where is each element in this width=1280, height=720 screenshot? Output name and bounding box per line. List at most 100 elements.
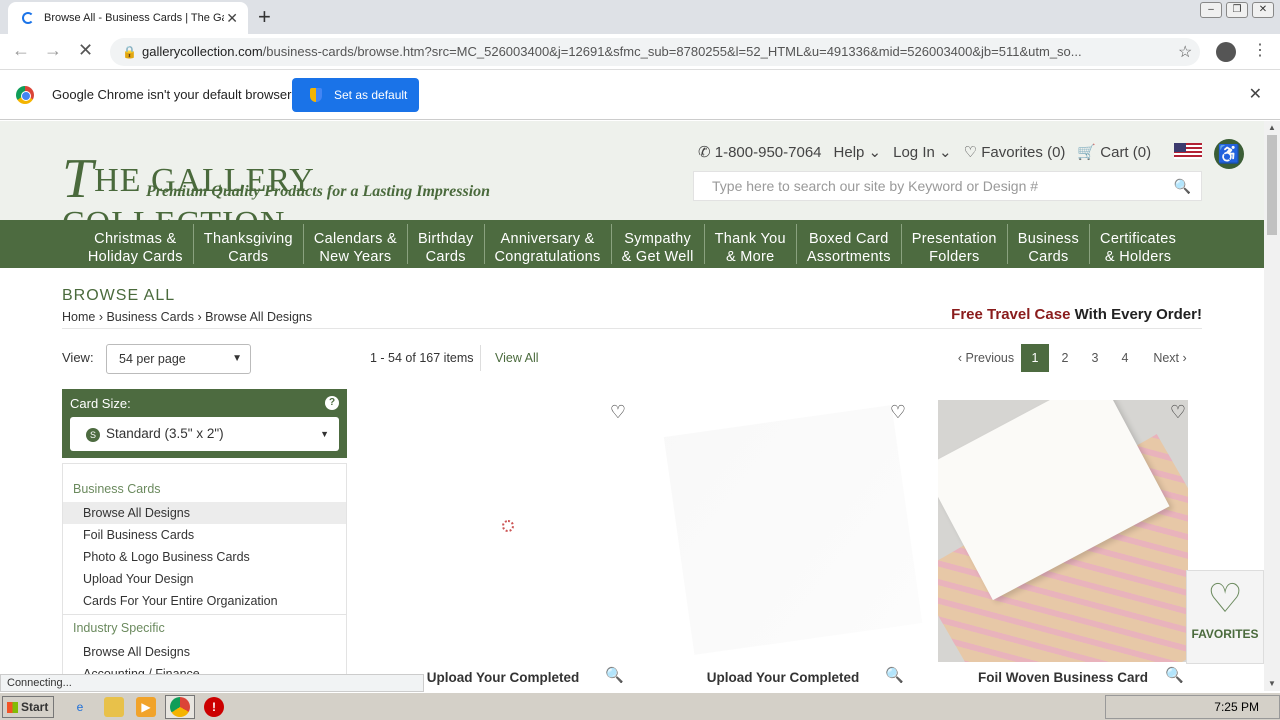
product-card[interactable]: ♡ Upload Your Completed 🔍	[378, 400, 628, 691]
site-logo[interactable]: THE GALLERY COLLECTION Premium Quality P…	[62, 141, 522, 242]
favorites-widget[interactable]: ♡ FAVORITES	[1186, 570, 1264, 664]
start-button[interactable]: Start	[2, 696, 54, 718]
browser-tab[interactable]: Browse All - Business Cards | The Ga ✕	[8, 2, 248, 34]
stop-loading-button[interactable]: ✕	[78, 40, 93, 61]
chevron-down-icon: ⌄	[864, 144, 882, 161]
close-window-button[interactable]: ✕	[1252, 2, 1274, 18]
page-3[interactable]: 3	[1081, 344, 1109, 372]
us-flag-icon[interactable]	[1174, 143, 1202, 159]
restore-button[interactable]: ❐	[1226, 2, 1248, 18]
browser-menu-icon[interactable]: ⋮	[1252, 40, 1268, 60]
profile-avatar[interactable]	[1216, 42, 1236, 62]
help-icon[interactable]: ?	[325, 396, 339, 410]
page-2[interactable]: 2	[1051, 344, 1079, 372]
nav-calendars[interactable]: Calendars & New Years	[304, 224, 408, 265]
clock[interactable]: 7:25 PM	[1214, 700, 1259, 714]
folder-icon[interactable]	[104, 697, 124, 717]
page-scrollbar[interactable]: ▲ ▼	[1264, 121, 1280, 691]
nav-presentation-folders[interactable]: Presentation Folders	[902, 224, 1008, 265]
zoom-icon[interactable]: 🔍	[605, 666, 624, 684]
site-search-input[interactable]: Type here to search our site by Keyword …	[693, 171, 1202, 201]
favorite-heart-icon[interactable]: ♡	[1170, 402, 1186, 423]
sidebar-item-browse-all[interactable]: Browse All Designs	[63, 502, 346, 524]
zoom-icon[interactable]: 🔍	[885, 666, 904, 684]
phone-link[interactable]: ✆ 1-800-950-7064	[698, 143, 822, 162]
chrome-logo-icon	[16, 86, 34, 104]
product-image[interactable]	[378, 400, 628, 662]
heart-icon: ♡	[1207, 577, 1243, 621]
sidebar-item-industry-browse-all[interactable]: Browse All Designs	[63, 641, 346, 663]
close-infobar-icon[interactable]: ✕	[1249, 84, 1262, 104]
per-page-select[interactable]: 54 per page ▼	[106, 344, 251, 374]
nav-thank-you[interactable]: Thank You & More	[705, 224, 797, 265]
nav-christmas[interactable]: Christmas & Holiday Cards	[78, 224, 194, 265]
breadcrumb-business-cards[interactable]: Business Cards	[106, 310, 194, 324]
favorite-heart-icon[interactable]: ♡	[610, 402, 626, 423]
zoom-icon[interactable]: 🔍	[1165, 666, 1184, 684]
new-tab-button[interactable]: +	[258, 4, 271, 30]
loading-icon	[502, 520, 514, 532]
product-image[interactable]	[938, 400, 1188, 662]
breadcrumb: Home › Business Cards › Browse All Desig…	[62, 310, 313, 324]
nav-birthday[interactable]: Birthday Cards	[408, 224, 485, 265]
favorites-widget-label: FAVORITES	[1191, 627, 1259, 641]
sidebar-item-organization[interactable]: Cards For Your Entire Organization	[63, 590, 346, 612]
sidebar-item-photo-logo[interactable]: Photo & Logo Business Cards	[63, 546, 346, 568]
internet-explorer-icon[interactable]: e	[70, 697, 90, 717]
card-size-label: Card Size:	[70, 396, 131, 411]
chevron-down-icon: ▼	[320, 429, 329, 439]
card-size-value: Standard (3.5" x 2")	[106, 426, 224, 441]
scrollbar-thumb[interactable]	[1267, 135, 1277, 235]
help-menu[interactable]: Help ⌄	[834, 143, 882, 162]
product-name[interactable]: Upload Your Completed	[658, 670, 908, 685]
minimize-button[interactable]: –	[1200, 2, 1222, 18]
nav-sympathy[interactable]: Sympathy & Get Well	[612, 224, 705, 265]
close-tab-icon[interactable]: ✕	[226, 10, 238, 27]
accessibility-icon[interactable]: ♿	[1214, 139, 1244, 169]
view-all-link[interactable]: View All	[480, 345, 539, 371]
nav-anniversary[interactable]: Anniversary & Congratulations	[485, 224, 612, 265]
breadcrumb-home[interactable]: Home	[62, 310, 95, 324]
back-button[interactable]: ←	[12, 40, 30, 61]
nav-boxed-cards[interactable]: Boxed Card Assortments	[797, 224, 902, 265]
page-title: BROWSE ALL	[62, 287, 176, 304]
address-host: gallerycollection.com	[142, 44, 263, 59]
forward-button[interactable]: →	[44, 40, 62, 61]
set-as-default-button[interactable]: Set as default	[292, 78, 419, 112]
phone-icon: ✆	[698, 144, 715, 161]
previous-page-link[interactable]: ‹ Previous	[952, 351, 1020, 365]
nav-certificates[interactable]: Certificates & Holders	[1090, 224, 1186, 265]
scroll-up-icon[interactable]: ▲	[1268, 123, 1276, 132]
window-controls: – ❐ ✕	[1200, 2, 1274, 18]
cart-link[interactable]: 🛒 Cart (0)	[1077, 143, 1151, 162]
chevron-down-icon: ▼	[232, 353, 242, 364]
page-4[interactable]: 4	[1111, 344, 1139, 372]
search-placeholder: Type here to search our site by Keyword …	[712, 178, 1039, 194]
loading-icon	[22, 12, 34, 24]
security-app-icon[interactable]: !	[204, 697, 224, 717]
nav-business-cards[interactable]: Business Cards	[1008, 224, 1091, 265]
sidebar-item-upload[interactable]: Upload Your Design	[63, 568, 346, 590]
scroll-down-icon[interactable]: ▼	[1268, 679, 1276, 688]
product-name[interactable]: Foil Woven Business Card	[938, 670, 1188, 685]
promo-banner[interactable]: Free Travel Case With Every Order!	[951, 306, 1202, 323]
favorite-heart-icon[interactable]: ♡	[890, 402, 906, 423]
login-menu[interactable]: Log In ⌄	[893, 143, 951, 162]
product-card[interactable]: ♡ Foil Woven Business Card 🔍	[938, 400, 1188, 691]
sidebar-item-foil[interactable]: Foil Business Cards	[63, 524, 346, 546]
card-size-filter: Card Size: ? S Standard (3.5" x 2") ▼	[62, 389, 347, 458]
nav-thanksgiving[interactable]: Thanksgiving Cards	[194, 224, 304, 265]
address-bar[interactable]: 🔒 gallerycollection.com/business-cards/b…	[110, 38, 1200, 66]
bookmark-star-icon[interactable]: ☆	[1178, 42, 1192, 62]
favorites-link[interactable]: ♡ Favorites (0)	[964, 143, 1066, 162]
next-page-link[interactable]: Next ›	[1146, 351, 1194, 365]
browser-tab-bar: Browse All - Business Cards | The Ga ✕ +…	[0, 0, 1280, 34]
card-size-select[interactable]: S Standard (3.5" x 2") ▼	[70, 417, 339, 451]
media-player-icon[interactable]: ▶	[136, 697, 156, 717]
product-card[interactable]: ♡ Upload Your Completed 🔍	[658, 400, 923, 691]
default-browser-infobar: Google Chrome isn't your default browser…	[0, 70, 1280, 120]
category-sidebar: Business Cards Browse All Designs Foil B…	[62, 463, 347, 691]
search-icon[interactable]: 🔍	[1174, 172, 1191, 200]
product-image[interactable]	[658, 400, 923, 662]
page-1[interactable]: 1	[1021, 344, 1049, 372]
